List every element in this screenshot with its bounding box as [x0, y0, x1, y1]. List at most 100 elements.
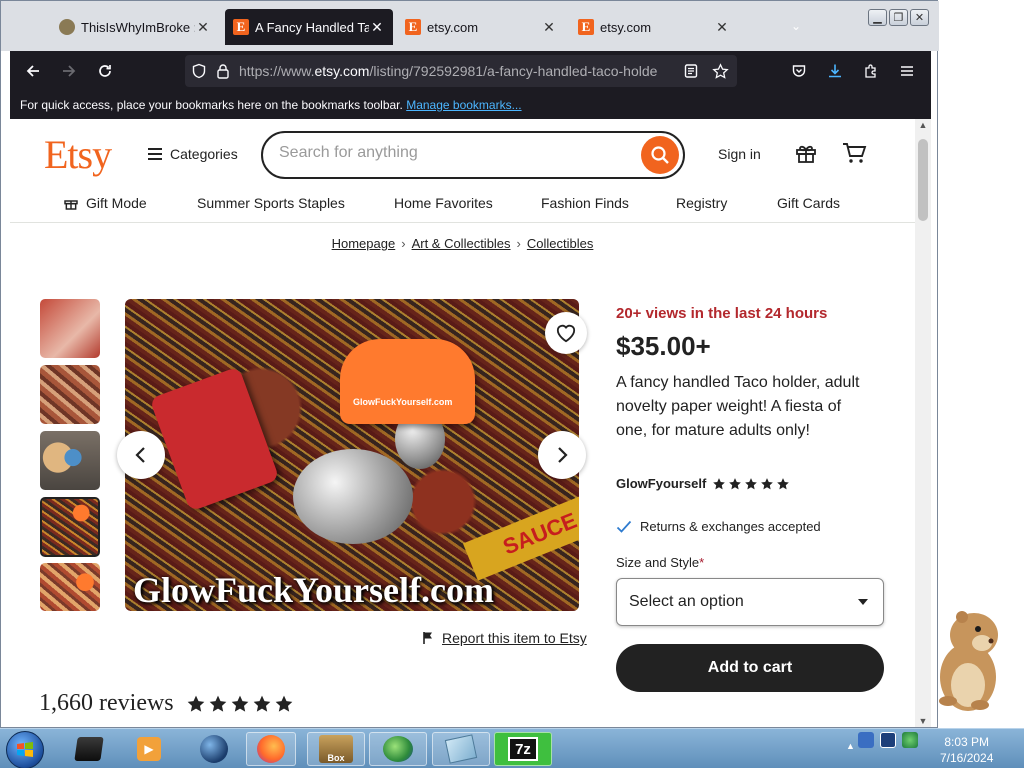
nav-registry[interactable]: Registry: [676, 195, 727, 211]
close-window-button[interactable]: ✕: [910, 9, 929, 26]
taskbar-notes-app[interactable]: [432, 732, 490, 766]
extensions-icon[interactable]: [859, 59, 883, 83]
gift-icon[interactable]: [794, 141, 820, 167]
next-image-button[interactable]: [538, 431, 586, 479]
taskbar: ▶ Box 7z ▲ 8:03 PM 7/16/2024: [0, 728, 1024, 768]
star-icon: [745, 477, 758, 489]
search-icon: [651, 146, 669, 164]
nav-gift-cards[interactable]: Gift Cards: [777, 195, 840, 211]
star-icon: [729, 477, 742, 489]
taskbar-globe-app[interactable]: [195, 732, 233, 766]
nav-summer-sports-staples[interactable]: Summer Sports Staples: [197, 195, 345, 211]
start-button[interactable]: [6, 731, 44, 768]
previous-image-button[interactable]: [117, 431, 165, 479]
taskbar-media-player[interactable]: ▶: [130, 732, 168, 766]
reload-icon[interactable]: [93, 59, 117, 83]
views-notice: 20+ views in the last 24 hours: [616, 305, 828, 322]
display-tray-icon[interactable]: [880, 732, 896, 748]
product-image[interactable]: GlowFuckYourself.com SAUCE GlowFuckYours…: [125, 299, 579, 611]
tab-title: A Fancy Handled Taco: [255, 19, 369, 35]
star-icon: [275, 695, 292, 712]
close-icon[interactable]: ✕: [195, 19, 211, 36]
reviews-count[interactable]: 1,660 reviews: [39, 690, 174, 717]
nav-fashion-finds[interactable]: Fashion Finds: [541, 195, 629, 211]
search-button[interactable]: [641, 136, 679, 174]
listing-title: A fancy handled Taco holder, adult novel…: [616, 374, 860, 439]
favorite-button[interactable]: [545, 312, 587, 354]
report-item-link[interactable]: Report this item to Etsy: [422, 630, 587, 646]
cart-icon[interactable]: [841, 141, 867, 167]
network-tray-icon[interactable]: [858, 732, 874, 748]
sign-in-link[interactable]: Sign in: [718, 146, 761, 162]
bookmark-star-icon[interactable]: [708, 59, 732, 83]
system-clock[interactable]: 8:03 PM 7/16/2024: [940, 734, 993, 766]
thumbnail-2[interactable]: [40, 365, 100, 424]
scroll-down-icon[interactable]: ▼: [915, 716, 931, 726]
thumbnail-3[interactable]: [40, 431, 100, 490]
tab-thisiswhyimbroke[interactable]: ThisIsWhyImBroke :: T ✕: [51, 9, 219, 45]
tab-taco-holder[interactable]: E A Fancy Handled Taco ✕: [225, 9, 393, 45]
option-label-text: Size and Style: [616, 555, 700, 570]
nav-gift-mode[interactable]: Gift Mode: [63, 195, 147, 211]
star-icon: [761, 477, 774, 489]
tracking-shield-icon[interactable]: [187, 59, 211, 83]
menu-icon[interactable]: [895, 59, 919, 83]
close-icon[interactable]: ✕: [369, 19, 385, 36]
lock-icon[interactable]: [211, 59, 235, 83]
breadcrumb-collectibles[interactable]: Collectibles: [527, 236, 593, 251]
reader-view-icon[interactable]: [679, 59, 703, 83]
tab-title: etsy.com: [600, 19, 652, 35]
taskbar-app-1[interactable]: [70, 732, 108, 766]
bookmarks-prompt: For quick access, place your bookmarks h…: [20, 98, 403, 112]
reviews-summary: 1,660 reviews: [39, 690, 294, 717]
close-icon[interactable]: ✕: [541, 19, 557, 36]
taskbar-box-app[interactable]: Box: [307, 732, 365, 766]
page-viewport: Etsy Categories Sign in Gift Mode Summer…: [10, 119, 915, 727]
minimize-button[interactable]: ▁: [868, 9, 887, 26]
download-manager-icon: [383, 736, 413, 762]
nav-home-favorites[interactable]: Home Favorites: [394, 195, 493, 211]
url-path: /listing/792592981/a-fancy-handled-taco-…: [369, 63, 658, 79]
pocket-icon[interactable]: [787, 59, 811, 83]
url-text[interactable]: https://www.etsy.com/listing/792592981/a…: [239, 63, 659, 79]
taskbar-firefox[interactable]: [246, 732, 296, 766]
star-icon: [713, 477, 726, 489]
thumbnail-5[interactable]: [40, 563, 100, 611]
breadcrumb-homepage[interactable]: Homepage: [332, 236, 396, 251]
category-nav: Gift Mode Summer Sports Staples Home Fav…: [10, 187, 915, 223]
silver-object: [293, 449, 413, 544]
url-bar[interactable]: https://www.etsy.com/listing/792592981/a…: [185, 55, 737, 87]
scroll-up-icon[interactable]: ▲: [915, 120, 931, 130]
chevron-left-icon: [135, 447, 145, 463]
categories-button[interactable]: Categories: [148, 145, 238, 163]
search-input[interactable]: [279, 144, 619, 162]
etsy-logo[interactable]: Etsy: [44, 131, 112, 178]
tray-expand-icon[interactable]: ▲: [846, 741, 855, 751]
shop-name[interactable]: GlowFyourself: [616, 476, 706, 491]
thumbnail-4-selected[interactable]: [40, 497, 100, 557]
breadcrumb-art-collectibles[interactable]: Art & Collectibles: [412, 236, 511, 251]
clock-time: 8:03 PM: [944, 735, 990, 749]
downloads-icon[interactable]: [823, 59, 847, 83]
firefox-icon: [257, 735, 285, 763]
hamster-gadget[interactable]: [926, 605, 1016, 715]
maximize-button[interactable]: ❐: [889, 9, 908, 26]
tab-list-chevron-icon[interactable]: ⌄: [791, 19, 801, 33]
categories-label: Categories: [170, 146, 238, 162]
back-arrow-icon[interactable]: [21, 59, 45, 83]
pig-icon: [59, 19, 75, 35]
forward-arrow-icon[interactable]: [57, 59, 81, 83]
tab-etsy-1[interactable]: E etsy.com ✕: [397, 9, 565, 45]
taskbar-7zip[interactable]: 7z: [494, 732, 552, 766]
manage-bookmarks-link[interactable]: Manage bookmarks...: [406, 98, 521, 112]
taskbar-download-manager[interactable]: [369, 732, 427, 766]
thumbnail-1[interactable]: [40, 299, 100, 358]
sync-tray-icon[interactable]: [902, 732, 918, 748]
url-domain: etsy.com: [314, 63, 370, 79]
tab-etsy-2[interactable]: E etsy.com ✕: [570, 9, 738, 45]
scrollbar-thumb[interactable]: [918, 139, 928, 221]
close-icon[interactable]: ✕: [714, 19, 730, 36]
caret-down-icon: [858, 599, 868, 605]
add-to-cart-button[interactable]: Add to cart: [616, 644, 884, 692]
size-style-select[interactable]: Select an option: [616, 578, 884, 626]
